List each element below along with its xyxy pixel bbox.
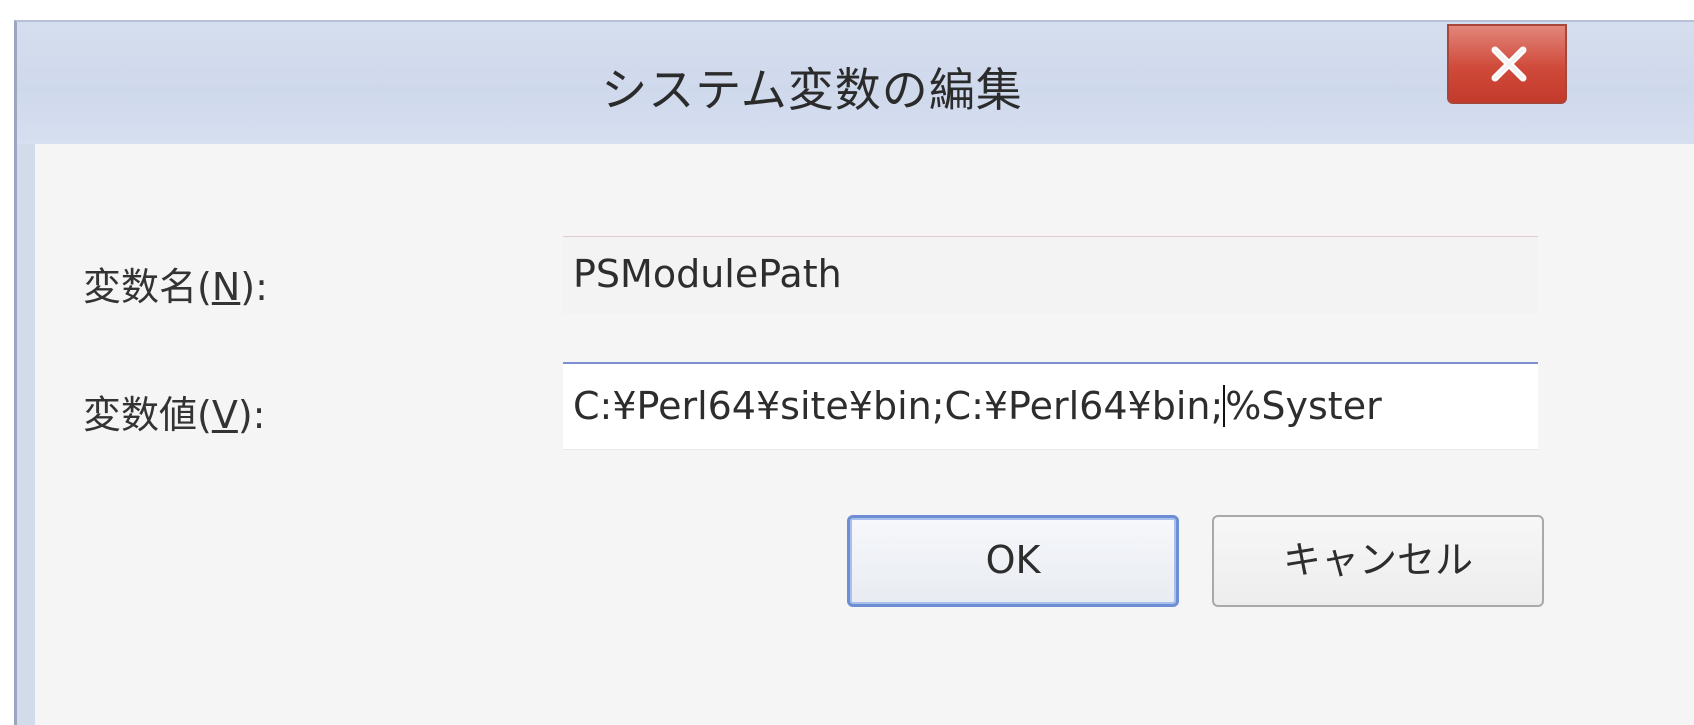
variable-value-text-before-caret: C:¥Perl64¥site¥bin;C:¥Perl64¥bin; [573, 384, 1224, 428]
variable-value-label-suffix: ): [237, 393, 266, 437]
variable-value-label-prefix: 変数値( [83, 393, 212, 437]
variable-name-accelerator: N [211, 265, 241, 309]
ok-button[interactable]: OK [847, 515, 1179, 607]
dialog-title: システム変数の編集 [601, 63, 1023, 117]
variable-value-text-after-caret: %Syster [1225, 384, 1382, 428]
variable-value-field[interactable]: C:¥Perl64¥site¥bin;C:¥Perl64¥bin;%Syster [563, 362, 1538, 450]
edit-system-variable-dialog: システム変数の編集 変数名(N): PSModulePath 変数値(V): C… [14, 20, 1694, 725]
title-bar[interactable]: システム変数の編集 [17, 22, 1694, 144]
variable-name-label-suffix: ): [240, 265, 268, 309]
variable-name-value: PSModulePath [573, 252, 842, 296]
variable-value-label: 変数値(V): [83, 384, 265, 439]
variable-name-field[interactable]: PSModulePath [563, 236, 1538, 314]
close-button[interactable] [1447, 24, 1567, 104]
variable-name-label-prefix: 変数名( [83, 265, 212, 309]
dialog-body: 変数名(N): PSModulePath 変数値(V): C:¥Perl64¥s… [17, 144, 1694, 725]
close-icon [1491, 46, 1527, 82]
variable-value-accelerator: V [211, 393, 238, 437]
variable-name-label: 変数名(N): [83, 256, 268, 311]
cancel-button[interactable]: キャンセル [1212, 515, 1544, 607]
